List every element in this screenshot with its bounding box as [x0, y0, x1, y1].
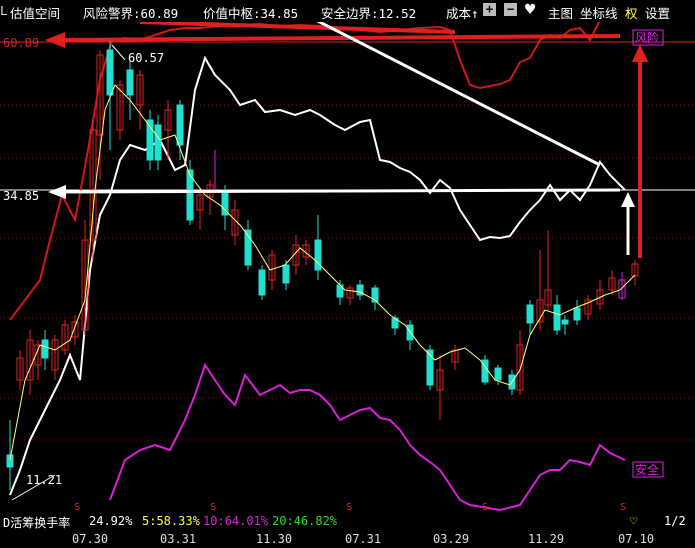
x-tick: 07.30 [72, 532, 109, 546]
grid [0, 104, 695, 441]
indicator-header: L 估值空间 风险警界:60.89 价值中枢:34.85 安全边界:12.52 … [0, 0, 695, 22]
x-axis: 07.30 03.31 11.30 07.31 03.29 11.29 07.1… [0, 530, 695, 548]
x-tick: 11.30 [256, 532, 293, 546]
dividend-mark: S [210, 502, 216, 512]
risk-level-readout: 风险警界:60.89 [83, 6, 179, 21]
risk-badge: 风险 [635, 30, 659, 45]
axis-line-button[interactable]: 坐标线 [580, 3, 618, 22]
low-price-label: 11.21 [26, 473, 62, 487]
x-tick: 07.31 [345, 532, 382, 546]
minus-icon[interactable]: − [504, 3, 517, 16]
dividend-mark: S [620, 502, 626, 512]
value-center-tag: 34.85 [3, 189, 39, 203]
turnover-20: 20:46.82% [272, 514, 338, 528]
plus-icon[interactable]: + [483, 3, 496, 16]
high-price-label: 60.57 [128, 51, 164, 65]
indicator-title: 估值空间 [10, 6, 61, 21]
dividend-markers: S S S S S [74, 502, 626, 512]
safe-badge: 安全 [635, 462, 659, 477]
value-center-readout: 价值中枢:34.85 [203, 6, 299, 21]
clock-icon[interactable]: ♡ [630, 514, 637, 528]
turnover-value: 24.92% [89, 514, 133, 528]
risk-level-tag: 60.89 [3, 36, 39, 50]
cost-menu[interactable]: 成本↑ [446, 3, 479, 22]
chevron-left-icon[interactable]: L [0, 3, 8, 18]
heart-icon[interactable]: ♥ [525, 0, 535, 20]
x-tick: 11.29 [528, 532, 565, 546]
sub-indicator-bar: D活筹换手率 24.92% 5:58.33% 10:64.01% 20:46.8… [0, 512, 695, 530]
safe-boundary-readout: 安全边界:12.52 [321, 6, 417, 21]
turnover-10: 10:64.01% [203, 514, 269, 528]
dividend-mark: S [482, 502, 488, 512]
x-tick: 03.29 [433, 532, 470, 546]
safe-curve [109, 362, 626, 512]
settings-button[interactable]: 设置 [645, 3, 670, 22]
x-tick: 03.31 [160, 532, 197, 546]
dividend-mark: S [346, 502, 352, 512]
page-indicator: 1/2 [664, 514, 686, 528]
moving-average-line [9, 84, 636, 461]
dividend-mark: S [74, 502, 80, 512]
main-chart-button[interactable]: 主图 [548, 3, 573, 22]
turnover-5: 5:58.33% [142, 514, 200, 528]
rights-button[interactable]: 权 [625, 3, 638, 22]
candlesticks [6, 40, 639, 490]
price-chart[interactable]: S S S S S 60.89 34.85 60.57 11.21 风险 安全 [0, 22, 695, 512]
x-tick: 07.10 [618, 532, 655, 546]
sub-indicator-name[interactable]: D活筹换手率 [3, 514, 70, 531]
